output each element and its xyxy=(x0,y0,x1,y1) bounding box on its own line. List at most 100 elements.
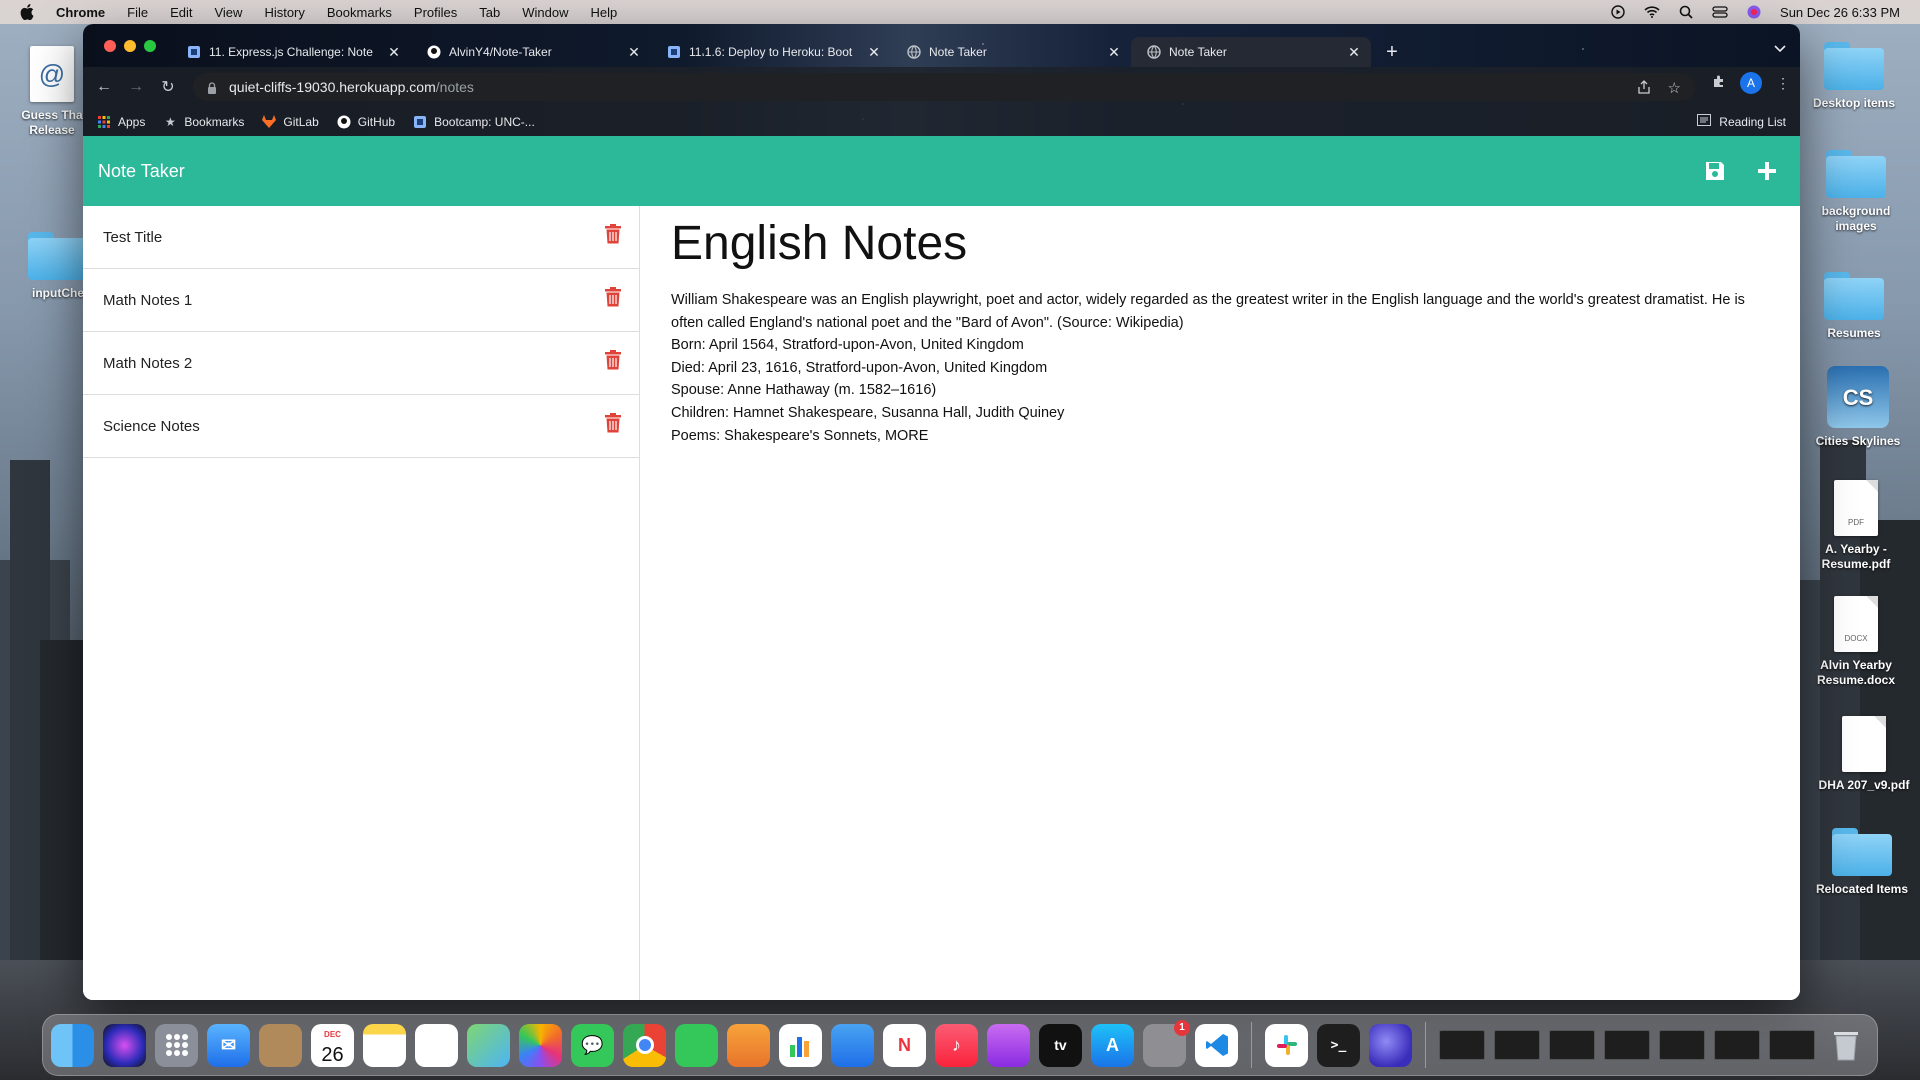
note-list-item[interactable]: Math Notes 2 xyxy=(83,332,639,395)
numbers-icon[interactable] xyxy=(779,1023,822,1067)
control-center-icon[interactable] xyxy=(1712,5,1728,19)
minimized-window-thumbnail[interactable] xyxy=(1604,1030,1650,1060)
apple-tv-icon[interactable]: tv xyxy=(1039,1023,1082,1067)
menu-edit[interactable]: Edit xyxy=(170,5,192,20)
delete-trash-icon[interactable] xyxy=(605,287,621,307)
menubar-clock[interactable]: Sun Dec 26 6:33 PM xyxy=(1780,5,1900,20)
launchpad-icon[interactable] xyxy=(155,1023,198,1067)
slack-icon[interactable] xyxy=(1265,1023,1308,1067)
menu-tab[interactable]: Tab xyxy=(479,5,500,20)
delete-trash-icon[interactable] xyxy=(605,350,621,370)
desktop-icon-relocated-items[interactable]: Relocated Items xyxy=(1814,828,1910,897)
minimized-window-thumbnail[interactable] xyxy=(1439,1030,1485,1060)
new-tab-plus-icon[interactable]: + xyxy=(1377,37,1407,67)
save-note-icon[interactable] xyxy=(1702,158,1728,184)
finder-icon[interactable] xyxy=(51,1023,94,1067)
kebab-menu-icon[interactable]: ⋮ xyxy=(1776,75,1790,92)
close-tab-icon[interactable]: ✕ xyxy=(627,44,641,61)
menu-profiles[interactable]: Profiles xyxy=(414,5,457,20)
desktop-icon-resume-pdf[interactable]: PDF A. Yearby - Resume.pdf xyxy=(1808,480,1904,572)
desktop-icon-dha-pdf[interactable]: DHA 207_v9.pdf xyxy=(1816,716,1912,793)
desktop-icon-background-images[interactable]: background images xyxy=(1808,150,1904,234)
profile-avatar[interactable]: A xyxy=(1740,72,1762,94)
tab-search-chevron-icon[interactable] xyxy=(1774,42,1786,56)
minimize-window-button[interactable] xyxy=(124,40,136,52)
close-tab-icon[interactable]: ✕ xyxy=(867,44,881,61)
bookmark-github[interactable]: GitHub xyxy=(337,115,395,129)
mail-icon[interactable]: ✉ xyxy=(207,1023,250,1067)
vscode-icon[interactable] xyxy=(1195,1023,1238,1067)
facetime-icon[interactable] xyxy=(675,1023,718,1067)
browser-tab-active[interactable]: Note Taker ✕ xyxy=(1131,37,1371,67)
note-list-item[interactable]: Math Notes 1 xyxy=(83,269,639,332)
note-list-item[interactable]: Test Title xyxy=(83,206,639,269)
desktop-icon-desktop-items[interactable]: Desktop items xyxy=(1806,42,1902,111)
spotlight-search-icon[interactable] xyxy=(1678,5,1694,19)
podcasts-icon[interactable] xyxy=(987,1023,1030,1067)
desktop-icon-resumes[interactable]: Resumes xyxy=(1806,272,1902,341)
menu-file[interactable]: File xyxy=(127,5,148,20)
menu-window[interactable]: Window xyxy=(522,5,568,20)
music-icon[interactable]: ♪ xyxy=(935,1023,978,1067)
minimized-window-thumbnail[interactable] xyxy=(1549,1030,1595,1060)
bookmark-apps[interactable]: Apps xyxy=(97,115,145,129)
new-note-plus-icon[interactable] xyxy=(1754,158,1780,184)
maps-icon[interactable] xyxy=(467,1023,510,1067)
browser-tab[interactable]: 11.1.6: Deploy to Heroku: Boot ✕ xyxy=(651,37,891,67)
note-list-item[interactable]: Science Notes xyxy=(83,395,639,458)
extensions-puzzle-icon[interactable] xyxy=(1712,74,1726,93)
browser-tab[interactable]: Note Taker ✕ xyxy=(891,37,1131,67)
contacts-icon[interactable] xyxy=(259,1023,302,1067)
app-store-icon[interactable]: A xyxy=(1091,1023,1134,1067)
app-brand[interactable]: Note Taker xyxy=(98,161,185,182)
play-status-icon[interactable] xyxy=(1610,5,1626,19)
reading-list-button[interactable]: Reading List xyxy=(1697,107,1786,136)
bookmark-bootcamp[interactable]: Bootcamp: UNC-... xyxy=(413,115,535,129)
pages-icon[interactable] xyxy=(727,1023,770,1067)
siri-app-icon[interactable] xyxy=(103,1023,146,1067)
minimized-window-thumbnail[interactable] xyxy=(1494,1030,1540,1060)
menu-bookmarks[interactable]: Bookmarks xyxy=(327,5,392,20)
eclipse-app-icon[interactable] xyxy=(1369,1023,1412,1067)
apple-menu-icon[interactable] xyxy=(20,4,34,20)
delete-trash-icon[interactable] xyxy=(605,413,621,433)
bookmark-gitlab[interactable]: GitLab xyxy=(262,115,319,129)
close-tab-icon[interactable]: ✕ xyxy=(1347,44,1361,61)
address-bar[interactable]: quiet-cliffs-19030.herokuapp.com/notes ☆ xyxy=(193,73,1695,101)
menu-app-name[interactable]: Chrome xyxy=(56,5,105,20)
close-tab-icon[interactable]: ✕ xyxy=(387,44,401,61)
messages-icon[interactable]: 💬 xyxy=(571,1023,614,1067)
desktop-icon-resume-docx[interactable]: DOCX Alvin Yearby Resume.docx xyxy=(1808,596,1904,688)
menu-history[interactable]: History xyxy=(264,5,304,20)
forward-arrow-icon[interactable]: → xyxy=(121,72,151,102)
minimized-window-thumbnail[interactable] xyxy=(1659,1030,1705,1060)
share-icon[interactable] xyxy=(1637,79,1650,97)
note-title-input[interactable]: English Notes xyxy=(671,216,1771,271)
menu-help[interactable]: Help xyxy=(591,5,618,20)
trash-icon[interactable] xyxy=(1824,1024,1867,1067)
chrome-icon[interactable] xyxy=(623,1023,666,1067)
minimized-window-thumbnail[interactable] xyxy=(1769,1030,1815,1060)
calendar-icon[interactable]: DEC 26 xyxy=(311,1023,354,1067)
reload-icon[interactable]: ↻ xyxy=(153,72,183,102)
browser-tab[interactable]: AlvinY4/Note-Taker ✕ xyxy=(411,37,651,67)
news-icon[interactable]: N xyxy=(883,1023,926,1067)
zoom-window-button[interactable] xyxy=(144,40,156,52)
close-tab-icon[interactable]: ✕ xyxy=(1107,44,1121,61)
keynote-icon[interactable] xyxy=(831,1023,874,1067)
siri-icon[interactable] xyxy=(1746,5,1762,19)
wifi-icon[interactable] xyxy=(1644,5,1660,19)
back-arrow-icon[interactable]: ← xyxy=(89,72,119,102)
notes-icon[interactable] xyxy=(363,1023,406,1067)
terminal-icon[interactable]: >_ xyxy=(1317,1023,1360,1067)
close-window-button[interactable] xyxy=(104,40,116,52)
note-body-textarea[interactable]: William Shakespeare was an English playw… xyxy=(671,289,1771,447)
photos-icon[interactable] xyxy=(519,1023,562,1067)
bookmark-star-icon[interactable]: ☆ xyxy=(1668,79,1681,97)
bookmark-bookmarks[interactable]: ★ Bookmarks xyxy=(163,115,244,129)
desktop-icon-cities-skylines[interactable]: CS Cities Skylines xyxy=(1810,366,1906,449)
browser-tab[interactable]: 11. Express.js Challenge: Note ✕ xyxy=(171,37,411,67)
minimized-window-thumbnail[interactable] xyxy=(1714,1030,1760,1060)
reminders-icon[interactable] xyxy=(415,1023,458,1067)
menu-view[interactable]: View xyxy=(214,5,242,20)
